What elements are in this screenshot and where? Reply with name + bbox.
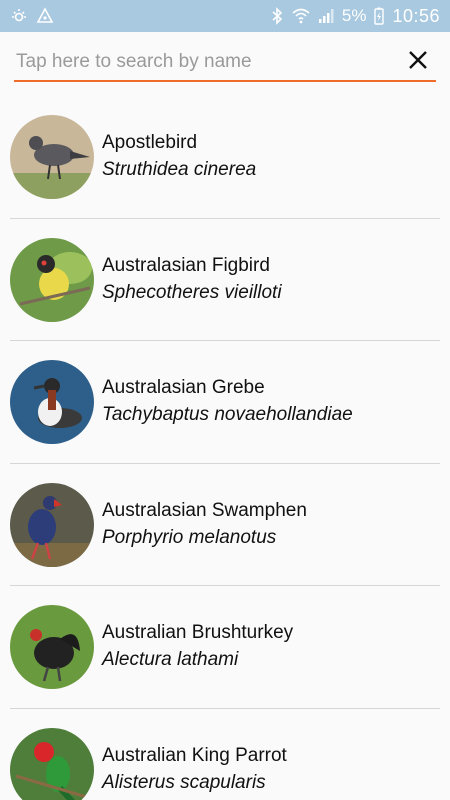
common-name: Australian Brushturkey — [102, 622, 294, 644]
search-input[interactable] — [14, 46, 400, 78]
list-item[interactable]: Apostlebird Struthidea cinerea — [0, 96, 450, 219]
list-item[interactable]: Australian King Parrot Alisterus scapula… — [0, 709, 450, 800]
list-item[interactable]: Australasian Swamphen Porphyrio melanotu… — [0, 464, 450, 586]
bird-photo — [10, 115, 94, 200]
bird-names: Australian King Parrot Alisterus scapula… — [102, 743, 287, 797]
sun-icon — [10, 7, 28, 25]
common-name: Australasian Grebe — [102, 377, 265, 399]
bird-photo — [10, 482, 94, 567]
status-right: 5% 10:56 — [270, 6, 440, 27]
scientific-name: Alisterus scapularis — [102, 771, 266, 793]
clear-search-button[interactable] — [400, 44, 436, 80]
list-item[interactable]: Australasian Grebe Tachybaptus novaeholl… — [0, 341, 450, 464]
list-item[interactable]: Australian Brushturkey Alectura lathami — [0, 586, 450, 709]
bird-names: Australian Brushturkey Alectura lathami — [102, 620, 293, 674]
common-name: Australasian Figbird — [102, 254, 270, 276]
battery-percent: 5% — [341, 6, 367, 25]
wifi-icon — [292, 8, 310, 24]
bird-list: Apostlebird Struthidea cinerea Australas… — [0, 96, 450, 800]
list-item[interactable]: Australasian Figbird Sphecotheres vieill… — [0, 219, 450, 341]
bird-photo — [10, 605, 94, 690]
scientific-name: Sphecotheres vieilloti — [102, 281, 282, 303]
bird-photo — [10, 727, 94, 800]
common-name: Australasian Swamphen — [102, 499, 307, 521]
battery-charging-icon — [374, 7, 385, 25]
bird-names: Australasian Figbird Sphecotheres vieill… — [102, 253, 282, 307]
search-bar — [14, 44, 436, 82]
close-icon — [408, 50, 428, 75]
clock: 10:56 — [392, 5, 440, 26]
bird-photo — [10, 360, 94, 445]
status-left — [10, 7, 54, 25]
common-name: Apostlebird — [102, 132, 198, 154]
bird-photo — [10, 237, 94, 322]
signal-icon — [318, 8, 334, 24]
scientific-name: Tachybaptus novaehollandiae — [102, 404, 353, 426]
scientific-name: Alectura lathami — [102, 649, 239, 671]
bird-names: Australasian Swamphen Porphyrio melanotu… — [102, 498, 307, 552]
drive-icon — [36, 7, 54, 25]
bird-names: Australasian Grebe Tachybaptus novaeholl… — [102, 375, 353, 429]
common-name: Australian King Parrot — [102, 744, 287, 766]
scientific-name: Porphyrio melanotus — [102, 526, 277, 548]
bird-names: Apostlebird Struthidea cinerea — [102, 130, 256, 184]
scientific-name: Struthidea cinerea — [102, 159, 257, 181]
bluetooth-icon — [270, 7, 284, 25]
status-bar: 5% 10:56 — [0, 0, 450, 32]
